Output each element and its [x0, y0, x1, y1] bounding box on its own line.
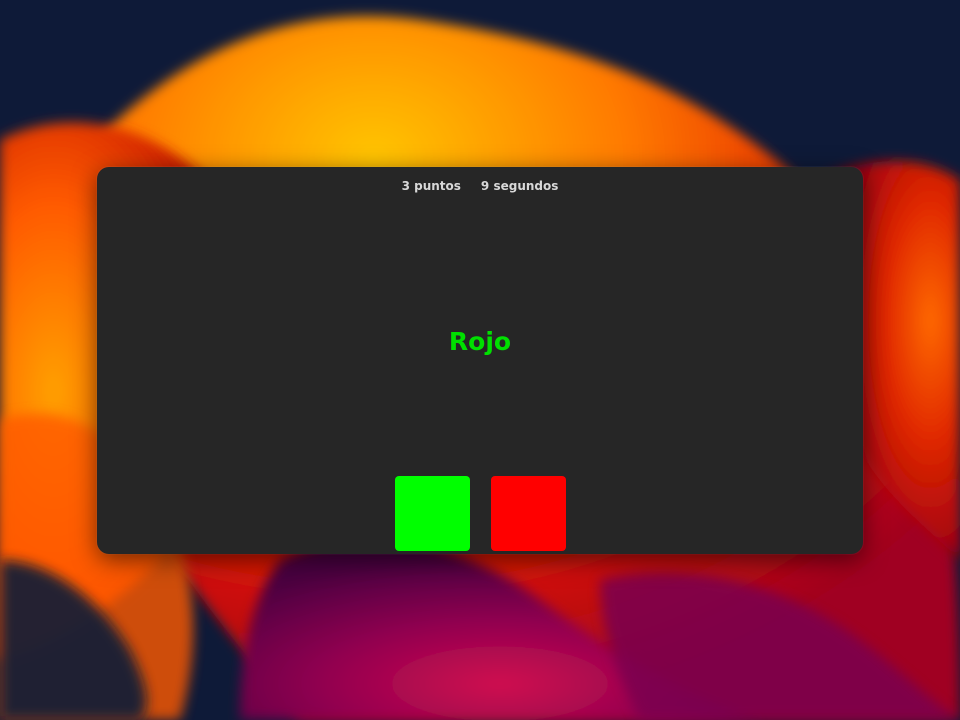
status-bar: 3 puntos 9 segundos: [97, 177, 863, 195]
green-choice-button[interactable]: [394, 476, 470, 551]
score-label: 3 puntos: [401, 179, 461, 193]
timer-label: 9 segundos: [480, 179, 559, 193]
red-choice-button[interactable]: [490, 476, 566, 551]
color-word: Rojo: [448, 327, 512, 356]
game-window: 3 puntos 9 segundos Rojo: [97, 167, 863, 554]
choice-buttons: [97, 476, 863, 551]
